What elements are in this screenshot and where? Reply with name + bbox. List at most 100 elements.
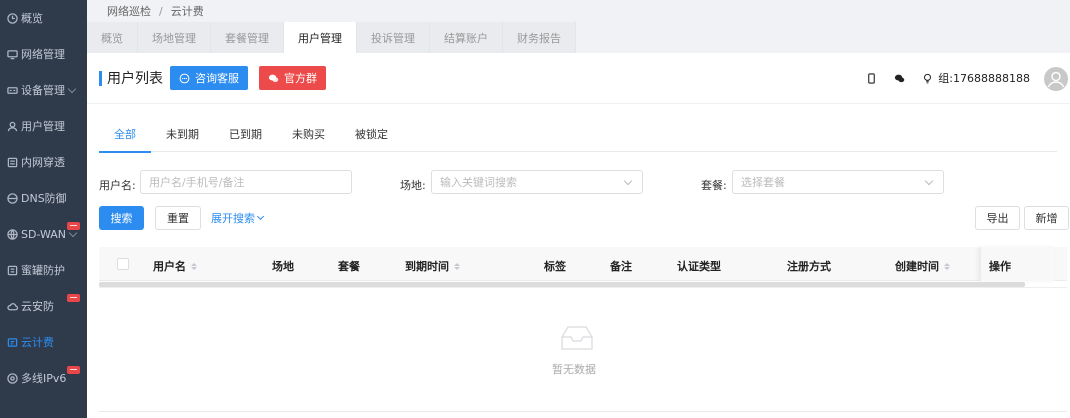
sidebar-item-ipv6[interactable]: 多线IPv6 <box>0 360 87 396</box>
sidebar-item-label: 内网穿透 <box>21 156 65 169</box>
column-header-tag: 标签 <box>544 260 566 273</box>
add-button[interactable]: 新增 <box>1024 206 1069 230</box>
mobile-icon[interactable] <box>865 72 877 84</box>
tab-package[interactable]: 套餐管理 <box>211 22 284 53</box>
tab-locked[interactable]: 被锁定 <box>340 116 403 152</box>
column-label: 创建时间 <box>895 260 939 273</box>
sidebar-item-label: DNS防御 <box>21 192 67 205</box>
main-panel: 用户列表 咨询客服 官方群 组:17688888188 全部 未到期 已到期 未… <box>87 53 1070 418</box>
column-header-create-time[interactable]: 创建时间 <box>895 258 950 274</box>
column-header-action: 操作 <box>989 260 1011 273</box>
export-button[interactable]: 导出 <box>975 206 1020 230</box>
package-select[interactable]: 选择套餐 <box>732 170 944 194</box>
sidebar-item-label: 蜜罐防护 <box>21 264 65 277</box>
breadcrumb-separator: / <box>159 4 163 18</box>
expand-search-link[interactable]: 展开搜索 <box>211 210 265 226</box>
user-icon <box>6 120 18 132</box>
official-group-button[interactable]: 官方群 <box>259 66 326 90</box>
device-icon <box>6 84 18 96</box>
table-body-divider <box>99 287 1067 288</box>
bulb-icon[interactable] <box>921 72 933 84</box>
clock-icon <box>6 12 18 24</box>
sidebar-item-label: 多线IPv6 <box>21 372 67 385</box>
sidebar-item-honeypot[interactable]: 蜜罐防护 <box>0 252 87 288</box>
sidebar-item-sdwan[interactable]: SD-WAN <box>0 216 87 252</box>
column-header-username[interactable]: 用户名 <box>153 258 197 274</box>
title-accent-bar <box>99 71 102 86</box>
sort-icon[interactable] <box>454 262 460 270</box>
tab-expired[interactable]: 已到期 <box>214 116 277 152</box>
tab-user[interactable]: 用户管理 <box>284 22 357 53</box>
sort-icon[interactable] <box>944 262 950 270</box>
breadcrumb-parent[interactable]: 网络巡检 <box>107 3 151 19</box>
column-label: 用户名 <box>153 260 186 273</box>
tab-all[interactable]: 全部 <box>99 116 151 153</box>
sidebar-item-cloud-security[interactable]: 云安防 <box>0 288 87 324</box>
wechat-icon[interactable] <box>893 72 905 84</box>
username-placeholder: 用户名/手机号/备注 <box>149 176 245 189</box>
sidebar-item-tunnel[interactable]: 内网穿透 <box>0 144 87 180</box>
column-header-expire-time[interactable]: 到期时间 <box>405 258 460 274</box>
tab-overview[interactable]: 概览 <box>87 22 138 53</box>
list-icon <box>6 156 18 168</box>
username-label: 用户名: <box>99 179 136 192</box>
venue-select[interactable]: 输入关键词搜索 <box>431 170 643 194</box>
chevron-down-icon <box>623 176 633 186</box>
fixed-action-column: 操作 <box>980 247 1055 281</box>
sidebar-item-user[interactable]: 用户管理 <box>0 108 87 144</box>
select-all-checkbox[interactable] <box>117 258 129 270</box>
expand-search-label: 展开搜索 <box>211 212 255 225</box>
reset-button[interactable]: 重置 <box>155 206 201 230</box>
sidebar-item-overview[interactable]: 概览 <box>0 0 87 36</box>
panel-header: 用户列表 咨询客服 官方群 组:17688888188 <box>87 53 1070 104</box>
table-header: 用户名 场地 套餐 到期时间 标签 备注 认证类型 注册方式 创建时间 <box>99 247 1067 281</box>
column-header-venue: 场地 <box>272 260 294 273</box>
module-tabs: 概览 场地管理 套餐管理 用户管理 投诉管理 结算账户 财务报告 <box>87 22 1070 53</box>
search-button[interactable]: 搜索 <box>99 206 144 230</box>
consult-service-button[interactable]: 咨询客服 <box>170 66 248 90</box>
sidebar-item-label: 用户管理 <box>21 120 65 133</box>
chat-icon <box>179 73 190 83</box>
monitor-icon <box>6 48 18 60</box>
cloud-icon <box>6 300 18 312</box>
status-tabs: 全部 未到期 已到期 未购买 被锁定 <box>99 116 1057 153</box>
tab-venue[interactable]: 场地管理 <box>138 22 211 53</box>
tab-not-purchased[interactable]: 未购买 <box>277 116 340 152</box>
sidebar-item-dns[interactable]: DNS防御 <box>0 180 87 216</box>
sort-icon[interactable] <box>191 262 197 270</box>
empty-text: 暂无数据 <box>552 363 596 376</box>
breadcrumb-current: 云计费 <box>170 5 204 18</box>
chevron-down-icon <box>67 84 77 93</box>
sidebar-item-billing[interactable]: 云计费 <box>0 324 87 360</box>
chevron-down-icon <box>256 212 265 221</box>
app-root: 概览 网络管理 设备管理 用户管理 内网穿透 DNS防御 SD-WAN 蜜罐防护… <box>0 0 1070 418</box>
tab-settlement[interactable]: 结算账户 <box>430 22 503 53</box>
hot-badge <box>67 294 80 302</box>
wechat-icon <box>268 74 279 82</box>
sidebar: 概览 网络管理 设备管理 用户管理 内网穿透 DNS防御 SD-WAN 蜜罐防护… <box>0 0 87 418</box>
official-group-label: 官方群 <box>284 72 317 85</box>
sidebar-item-network[interactable]: 网络管理 <box>0 36 87 72</box>
column-header-register-method: 注册方式 <box>787 260 831 273</box>
avatar-person-icon <box>1047 71 1065 88</box>
tab-not-expired[interactable]: 未到期 <box>151 116 214 152</box>
tab-finance[interactable]: 财务报告 <box>503 22 576 53</box>
consult-service-label: 咨询客服 <box>195 72 239 85</box>
empty-inbox-icon <box>554 323 600 356</box>
hot-badge <box>67 222 80 230</box>
billing-icon <box>6 336 18 348</box>
sidebar-item-device[interactable]: 设备管理 <box>0 72 87 108</box>
avatar[interactable] <box>1044 67 1068 91</box>
username-input[interactable]: 用户名/手机号/备注 <box>140 170 352 194</box>
sidebar-item-label: 设备管理 <box>21 84 65 97</box>
package-label: 套餐: <box>701 179 727 192</box>
tab-complaint[interactable]: 投诉管理 <box>357 22 430 53</box>
package-placeholder: 选择套餐 <box>741 176 785 189</box>
sidebar-item-label: SD-WAN <box>21 227 67 241</box>
venue-placeholder: 输入关键词搜索 <box>440 176 517 189</box>
chevron-down-icon <box>924 176 934 186</box>
sidebar-item-label: 概览 <box>21 12 43 25</box>
column-header-remark: 备注 <box>610 260 632 273</box>
sidebar-item-label: 云计费 <box>21 336 54 349</box>
sidebar-item-label: 网络管理 <box>21 48 65 61</box>
